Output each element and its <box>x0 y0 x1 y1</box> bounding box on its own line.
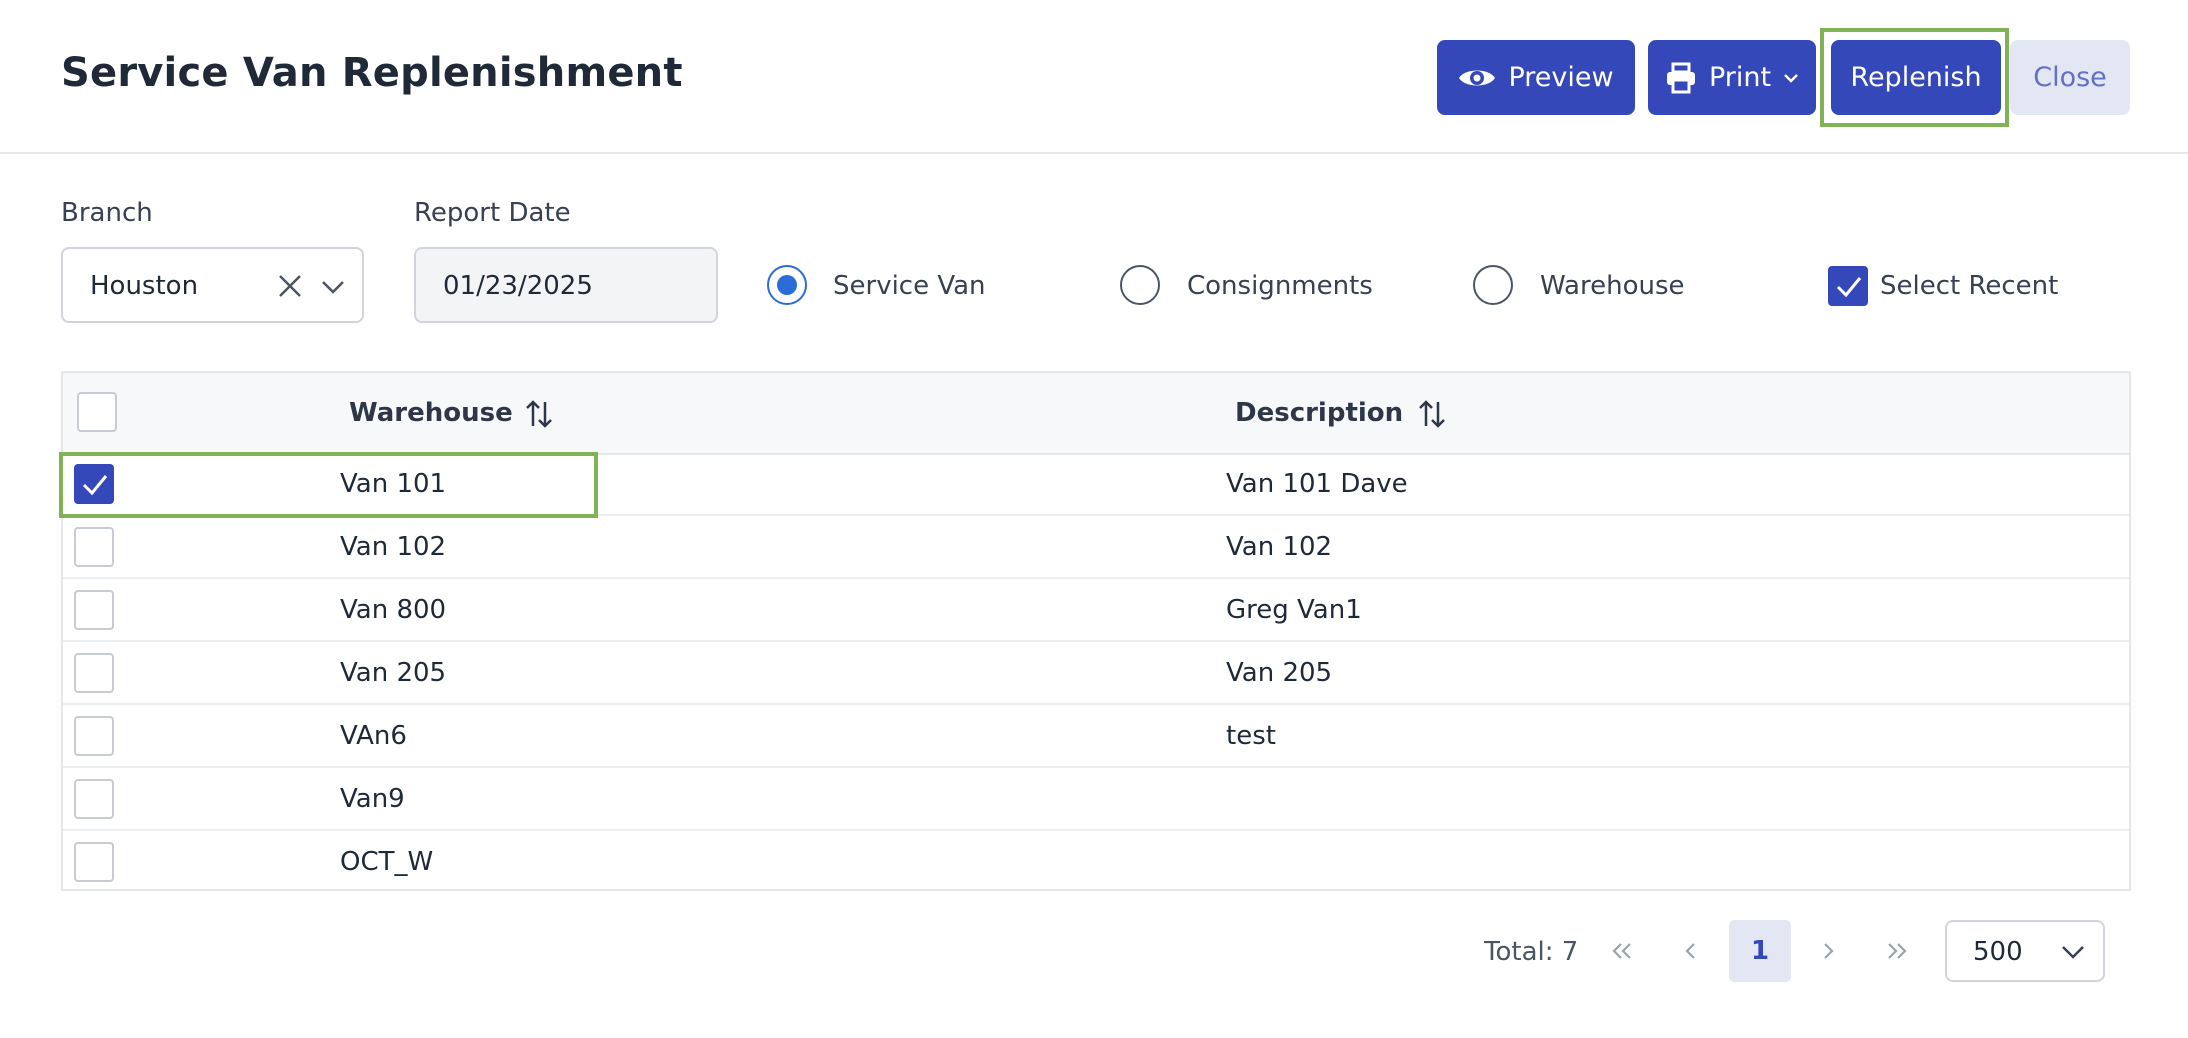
cell-description: Greg Van1 <box>1226 595 1362 625</box>
page-size-select[interactable]: 500 <box>1945 920 2105 982</box>
select-all-checkbox[interactable] <box>77 392 117 432</box>
cell-description: Van 205 <box>1226 658 1333 688</box>
row-checkbox[interactable] <box>74 590 114 630</box>
page-title: Service Van Replenishment <box>61 50 683 96</box>
warehouse-table: Warehouse Description Van 101 Van 101 Da… <box>61 371 2131 891</box>
select-recent-label: Select Recent <box>1880 271 2059 301</box>
row-checkbox[interactable] <box>74 464 114 504</box>
pagination-total: Total: 7 <box>1484 937 1579 967</box>
replenish-button-label: Replenish <box>1850 62 1982 93</box>
table-header: Warehouse Description <box>63 373 2129 455</box>
column-header-warehouse[interactable]: Warehouse <box>349 398 513 428</box>
preview-button[interactable]: Preview <box>1437 40 1635 115</box>
radio-service-van[interactable] <box>767 265 807 305</box>
check-icon <box>1836 277 1862 298</box>
branch-label: Branch <box>61 198 153 228</box>
last-page-icon[interactable] <box>1866 920 1928 982</box>
row-checkbox[interactable] <box>74 779 114 819</box>
sort-icon[interactable] <box>523 398 555 430</box>
row-checkbox[interactable] <box>74 716 114 756</box>
table-row[interactable]: Van 205 Van 205 <box>63 642 2129 705</box>
report-date-label: Report Date <box>414 198 571 228</box>
table-row[interactable]: OCT_W <box>63 831 2129 894</box>
previous-page-icon[interactable] <box>1660 920 1722 982</box>
table-row[interactable]: VAn6 test <box>63 705 2129 768</box>
sort-icon[interactable] <box>1416 398 1448 430</box>
cell-warehouse: Van 205 <box>340 658 447 688</box>
close-button[interactable]: Close <box>2010 40 2130 115</box>
cell-warehouse: Van 102 <box>340 532 447 562</box>
table-row[interactable]: Van 102 Van 102 <box>63 516 2129 579</box>
radio-warehouse-label: Warehouse <box>1540 271 1685 301</box>
branch-value: Houston <box>90 271 199 301</box>
branch-select[interactable]: Houston <box>61 247 364 323</box>
cell-warehouse: Van9 <box>340 784 405 814</box>
chevron-down-icon[interactable] <box>318 273 348 303</box>
replenish-button[interactable]: Replenish <box>1831 40 2001 115</box>
cell-description: test <box>1226 721 1276 751</box>
radio-service-van-label: Service Van <box>833 271 986 301</box>
next-page-icon[interactable] <box>1797 920 1859 982</box>
table-row[interactable]: Van9 <box>63 768 2129 831</box>
close-button-label: Close <box>2033 62 2107 93</box>
print-button[interactable]: Print <box>1648 40 1816 115</box>
cell-warehouse: Van 800 <box>340 595 447 625</box>
table-row[interactable]: Van 101 Van 101 Dave <box>63 453 2129 516</box>
clear-icon[interactable] <box>275 271 305 301</box>
eye-icon <box>1458 65 1496 91</box>
cell-description: Van 102 <box>1226 532 1333 562</box>
printer-icon <box>1665 62 1697 94</box>
radio-consignments-label: Consignments <box>1187 271 1373 301</box>
table-row[interactable]: Van 800 Greg Van1 <box>63 579 2129 642</box>
report-date-input[interactable]: 01/23/2025 <box>414 247 718 323</box>
check-icon <box>82 475 108 496</box>
chevron-down-icon <box>2059 938 2087 970</box>
column-header-description[interactable]: Description <box>1235 398 1403 428</box>
page-header: Service Van Replenishment Preview Print <box>0 0 2188 154</box>
row-checkbox[interactable] <box>74 527 114 567</box>
row-checkbox[interactable] <box>74 842 114 882</box>
row-checkbox[interactable] <box>74 653 114 693</box>
chevron-down-icon <box>1783 72 1799 84</box>
radio-warehouse[interactable] <box>1473 265 1513 305</box>
print-button-label: Print <box>1708 62 1772 93</box>
cell-description: Van 101 Dave <box>1226 469 1408 499</box>
cell-warehouse: Van 101 <box>340 469 447 499</box>
cell-warehouse: OCT_W <box>340 847 434 877</box>
report-date-value: 01/23/2025 <box>443 271 593 301</box>
cell-warehouse: VAn6 <box>340 721 407 751</box>
first-page-icon[interactable] <box>1591 920 1653 982</box>
select-recent-checkbox[interactable] <box>1828 266 1868 306</box>
page-button-current[interactable]: 1 <box>1729 920 1791 982</box>
preview-button-label: Preview <box>1508 62 1614 93</box>
page-size-value: 500 <box>1973 937 2023 967</box>
radio-consignments[interactable] <box>1120 265 1160 305</box>
